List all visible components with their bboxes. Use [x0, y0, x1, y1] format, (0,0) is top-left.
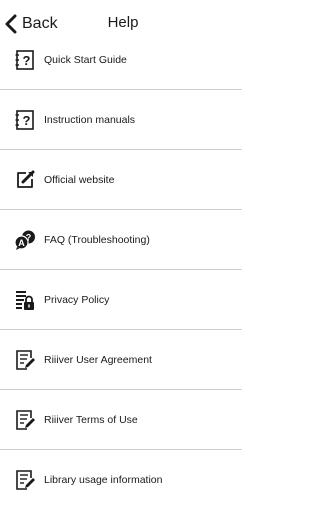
manual-book-icon: ? — [14, 109, 36, 131]
svg-text:A: A — [18, 238, 25, 248]
menu-item-faq[interactable]: ? A FAQ (Troubleshooting) — [0, 210, 242, 270]
svg-text:?: ? — [23, 113, 31, 128]
menu-item-label: Riiiver Terms of Use — [44, 413, 138, 426]
svg-text:?: ? — [23, 53, 31, 68]
document-lock-icon — [14, 289, 36, 311]
menu-item-official-website[interactable]: Official website — [0, 150, 242, 210]
menu-item-label: Library usage information — [44, 474, 163, 486]
menu-item-instruction-manuals[interactable]: ? Instruction manuals — [0, 90, 242, 150]
faq-chat-icon: ? A — [14, 229, 36, 251]
menu-item-label: FAQ (Troubleshooting) — [44, 233, 150, 246]
menu-item-privacy-policy[interactable]: Privacy Policy — [0, 270, 242, 330]
menu-item-label: Riiiver User Agreement — [44, 353, 152, 366]
document-edit-icon — [14, 409, 36, 431]
help-menu-list: ? Quick Start Guide ? Instruction manual… — [0, 30, 242, 510]
manual-book-icon: ? — [14, 49, 36, 71]
menu-item-label: Instruction manuals — [44, 113, 136, 126]
menu-item-label: Quick Start Guide — [44, 53, 127, 66]
document-edit-icon — [14, 349, 36, 371]
menu-item-label: Privacy Policy — [44, 293, 110, 306]
document-edit-icon — [14, 469, 36, 491]
page-title: Help — [107, 14, 139, 31]
menu-item-quick-start-guide[interactable]: ? Quick Start Guide — [0, 30, 242, 90]
menu-item-riiiver-user-agreement[interactable]: Riiiver User Agreement — [0, 330, 242, 390]
external-link-icon — [14, 169, 36, 191]
menu-item-library-usage-information[interactable]: Library usage information — [0, 450, 242, 510]
menu-item-riiiver-terms-of-use[interactable]: Riiiver Terms of Use — [0, 390, 242, 450]
menu-item-label: Official website — [44, 173, 115, 186]
